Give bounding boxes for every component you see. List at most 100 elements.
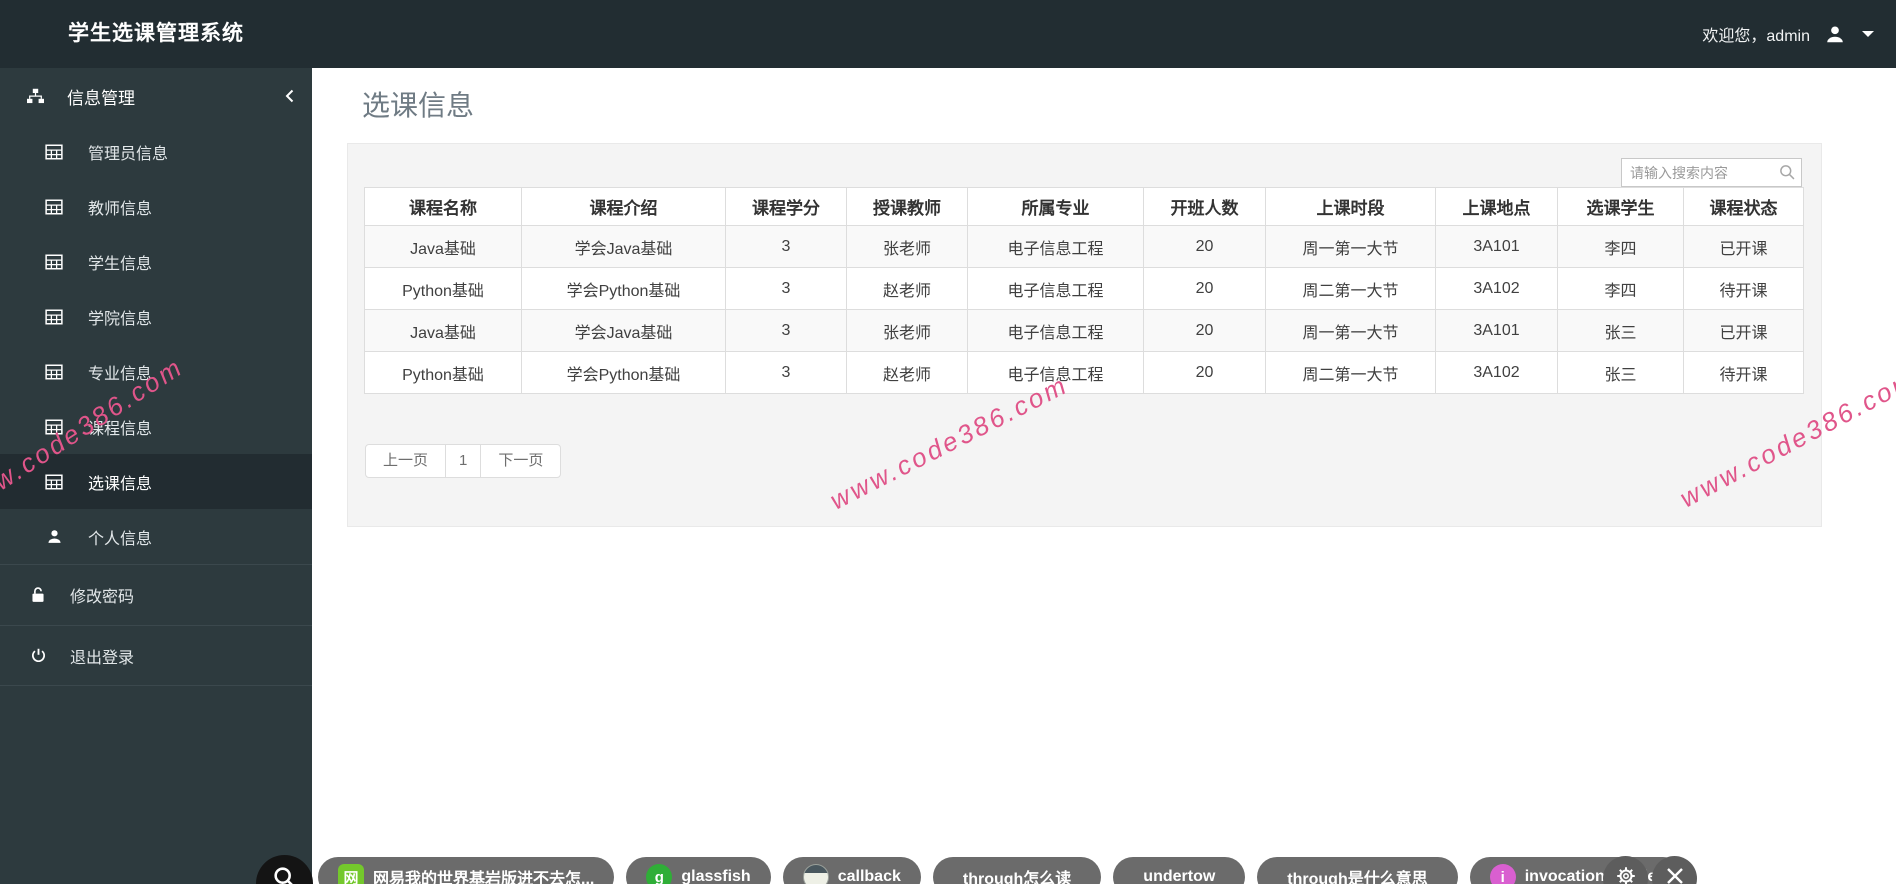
gear-icon: [1614, 864, 1638, 884]
chevron-left-icon: [285, 88, 294, 108]
table-cell: 张老师: [846, 225, 968, 268]
table-cell: 3A102: [1435, 351, 1558, 394]
table-cell: 张三: [1557, 351, 1684, 394]
sidebar-item-major-info[interactable]: 专业信息: [0, 344, 312, 399]
sidebar-item-label: 个人信息: [88, 530, 153, 548]
table-cell: 已开课: [1683, 225, 1804, 268]
app-window: 学生选课管理系统 欢迎您，admin 信息管理 管理员信息 教师信息 学生信息 …: [0, 0, 1896, 884]
close-icon: [1665, 866, 1685, 884]
sidebar-item-logout[interactable]: 退出登录: [0, 625, 312, 686]
suggestion-tag[interactable]: callback: [782, 857, 921, 884]
table-icon: [44, 199, 64, 215]
suggestion-tag-label: through是什么意思: [1287, 871, 1428, 884]
netease-icon: 网: [338, 864, 364, 884]
app-brand: 学生选课管理系统: [68, 22, 244, 45]
welcome-text: 欢迎您，admin: [1702, 28, 1810, 45]
suggestion-tag[interactable]: 网网易我的世界基岩版进不去怎...: [318, 857, 615, 884]
table-cell: Java基础: [364, 309, 522, 352]
table-cell: 张老师: [846, 309, 968, 352]
sidebar-menu: 管理员信息教师信息学生信息学院信息 专业信息 课程信息选课信息个人信息: [0, 124, 312, 564]
search-box: [1621, 158, 1802, 187]
sidebar-item-course-selection-info[interactable]: 选课信息: [0, 454, 312, 509]
column-header: 课程学分: [725, 187, 847, 226]
sidebar-item-personal-info[interactable]: 个人信息: [0, 509, 312, 564]
sidebar-item-label: 学生信息: [88, 255, 153, 273]
column-header: 开班人数: [1143, 187, 1266, 226]
suggestion-tag-bar: 网网易我的世界基岩版进不去怎... g glassfish callback throu…: [318, 857, 1683, 884]
sidebar-item-teacher-info[interactable]: 教师信息: [0, 179, 312, 234]
table-cell: 3: [725, 267, 847, 310]
column-header: 所属专业: [967, 187, 1144, 226]
table-row: Java基础 学会Java基础 3 张老师 电子信息工程 20 周一第一大节 3A101 李四已…: [364, 225, 1804, 268]
table-cell: 周二第一大节: [1265, 267, 1436, 310]
column-header: 上课时段: [1265, 187, 1436, 226]
table-cell: 电子信息工程: [967, 267, 1144, 310]
table-icon: [44, 254, 64, 270]
column-header: 授课教师: [846, 187, 968, 226]
sidebar-item-admin-info[interactable]: 管理员信息: [0, 124, 312, 179]
course-selection-table: 课程名称 课程介绍 课程学分 授课教师 所属专业 开班人数 上课时段 上课地点 选课学生 课程状态…: [364, 187, 1804, 394]
sidebar-item-course-info[interactable]: 课程信息: [0, 399, 312, 454]
table-cell: 20: [1143, 351, 1266, 394]
i-icon: i: [1489, 864, 1516, 884]
suggestion-tag[interactable]: g glassfish: [626, 857, 771, 884]
power-icon: [28, 647, 48, 664]
table-icon: [44, 364, 64, 380]
next-page-button[interactable]: 下一页: [480, 444, 562, 478]
table-icon: [44, 144, 64, 160]
table-cell: Python基础: [364, 267, 522, 310]
main-content: 选课信息 课程名称课程介绍课程学分授课教师所属专业开班人数上课时段上课地点选课学…: [312, 68, 1896, 884]
suggestion-tag[interactable]: through怎么读: [932, 857, 1102, 884]
table-cell: 学会Python基础: [521, 351, 726, 394]
table-cell: Java基础: [364, 225, 522, 268]
table-cell: 3A101: [1435, 309, 1558, 352]
table-cell: 赵老师: [846, 351, 968, 394]
table-cell: 学会Python基础: [521, 267, 726, 310]
search-icon: [1778, 163, 1796, 186]
sidebar-item-label: 信息管理: [67, 88, 135, 108]
table-cell: 3: [725, 351, 847, 394]
suggestion-tag-label: through怎么读: [962, 871, 1072, 884]
table-cell: 学会Java基础: [521, 225, 726, 268]
search-input[interactable]: [1621, 158, 1802, 187]
sidebar-item-label: 管理员信息: [88, 145, 169, 163]
sitemap-icon: [26, 88, 45, 105]
table-icon: [44, 419, 64, 435]
table-cell: 电子信息工程: [967, 309, 1144, 352]
sidebar-item-student-info[interactable]: 学生信息: [0, 234, 312, 289]
table-cell: 3A102: [1435, 267, 1558, 310]
table-cell: 张三: [1557, 309, 1684, 352]
table-cell: 3: [725, 225, 847, 268]
table-icon: [44, 309, 64, 325]
table-cell: 周二第一大节: [1265, 351, 1436, 394]
sidebar-footer: 修改密码退出登录: [0, 564, 312, 686]
suggestion-tag-label: 网易我的世界基岩版进不去怎...: [373, 871, 595, 884]
table-cell: 已开课: [1683, 309, 1804, 352]
suggestion-tag[interactable]: through是什么意思: [1257, 857, 1458, 884]
sidebar-item-label: 修改密码: [70, 589, 135, 606]
table-cell: 周一第一大节: [1265, 225, 1436, 268]
column-header: 课程介绍: [521, 187, 726, 226]
page-number-button[interactable]: 1: [445, 444, 482, 478]
sidebar-item-change-password[interactable]: 修改密码: [0, 564, 312, 625]
sidebar-item-college-info[interactable]: 学院信息: [0, 289, 312, 344]
suggestion-tag[interactable]: i invocationhandler: [1469, 857, 1683, 884]
table-cell: 20: [1143, 267, 1266, 310]
sidebar: 信息管理 管理员信息教师信息学生信息学院信息 专业信息 课程信息选课信息个人信息 修…: [0, 68, 312, 884]
user-icon: [1824, 23, 1846, 45]
suggestion-tag[interactable]: undertow: [1113, 857, 1246, 884]
user-menu[interactable]: 欢迎您，admin: [1702, 0, 1874, 68]
lock-icon: [28, 586, 48, 604]
table-row: Java基础 学会Java基础 3 张老师 电子信息工程 20 周一第一大节 3A101 张三已…: [364, 309, 1804, 352]
sidebar-item-label: 选课信息: [88, 475, 153, 493]
thumbnail-icon: [802, 864, 829, 884]
table-icon: [44, 474, 64, 490]
sidebar-item-info-management[interactable]: 信息管理: [0, 68, 312, 124]
suggestion-tag-label: undertow: [1143, 868, 1216, 884]
table-cell: 李四: [1557, 267, 1684, 310]
table-cell: 待开课: [1683, 351, 1804, 394]
table-header-row: 课程名称 课程介绍 课程学分 授课教师 所属专业 开班人数 上课时段 上课地点 选课学生 课程状态: [364, 187, 1804, 226]
prev-page-button[interactable]: 上一页: [365, 444, 447, 478]
caret-down-icon: [1862, 31, 1874, 37]
sidebar-item-label: 教师信息: [88, 200, 153, 218]
